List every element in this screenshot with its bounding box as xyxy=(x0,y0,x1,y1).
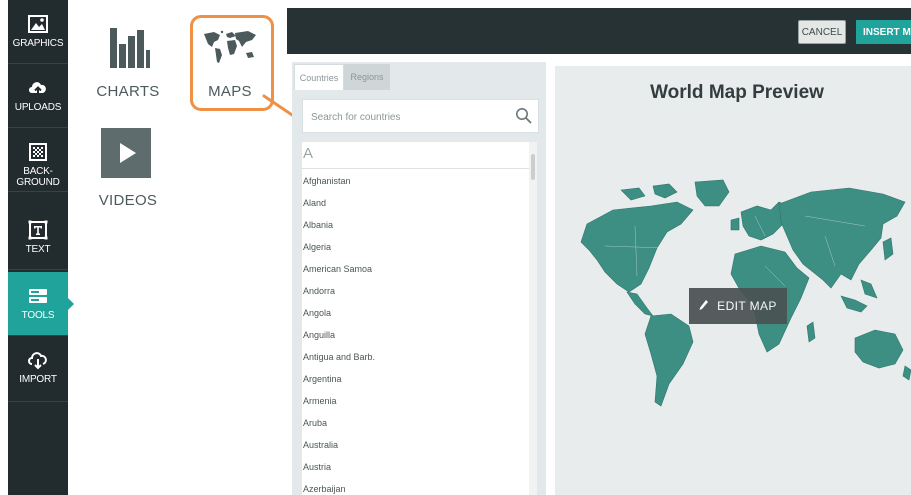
edit-map-button[interactable]: EDIT MAP xyxy=(689,288,787,324)
list-item[interactable]: Australia xyxy=(303,440,338,450)
cloud-download-icon xyxy=(26,350,50,370)
list-item[interactable]: Argentina xyxy=(303,374,342,384)
list-item[interactable]: American Samoa xyxy=(303,264,372,274)
sidebar-item-label: UPLOADS xyxy=(14,102,62,113)
sidebar-item-label: BACK- GROUND xyxy=(16,166,60,188)
play-icon xyxy=(101,128,151,178)
sidebar-item-label: TOOLS xyxy=(21,310,55,321)
sidebar-item-tools[interactable]: TOOLS xyxy=(8,272,74,336)
sidebar-item-label: IMPORT xyxy=(19,374,57,385)
sidebar-item-uploads[interactable]: UPLOADS xyxy=(8,64,68,128)
sidebar-item-label: TEXT xyxy=(25,244,51,255)
sidebar-item-label: GRAPHICS xyxy=(12,38,64,49)
search-box xyxy=(302,99,539,134)
bar-chart-icon xyxy=(96,22,160,72)
list-item[interactable]: Anguilla xyxy=(303,330,335,340)
list-item[interactable]: Aland xyxy=(303,198,326,208)
list-item[interactable]: Antigua and Barb. xyxy=(303,352,375,362)
tool-label: CHARTS xyxy=(96,83,160,100)
countries-panel: Countries Regions A Afghanistan Aland Al… xyxy=(292,62,546,495)
list-item[interactable]: Austria xyxy=(303,462,331,472)
background-pattern-icon xyxy=(26,142,50,162)
country-list[interactable]: A Afghanistan Aland Albania Algeria Amer… xyxy=(302,142,537,495)
search-input[interactable] xyxy=(309,100,513,134)
search-icon[interactable] xyxy=(515,107,532,129)
cloud-upload-icon xyxy=(26,78,50,98)
divider xyxy=(302,168,531,169)
list-item[interactable]: Algeria xyxy=(303,242,331,252)
tool-videos[interactable]: VIDEOS xyxy=(96,128,160,209)
sidebar-item-text[interactable]: TEXT xyxy=(8,206,68,270)
scroll-thumb[interactable] xyxy=(531,154,535,180)
list-item[interactable]: Afghanistan xyxy=(303,176,351,186)
list-item[interactable]: Aruba xyxy=(303,418,327,428)
edit-map-label: EDIT MAP xyxy=(717,299,777,313)
tab-countries[interactable]: Countries xyxy=(294,64,344,90)
tool-label: VIDEOS xyxy=(98,192,158,209)
cancel-button[interactable]: CANCEL xyxy=(798,20,846,44)
list-item[interactable]: Armenia xyxy=(303,396,337,406)
insert-map-button[interactable]: INSERT MA xyxy=(856,20,911,44)
list-item[interactable]: Andorra xyxy=(303,286,335,296)
tab-regions[interactable]: Regions xyxy=(344,64,390,90)
tools-icon xyxy=(26,286,50,306)
image-icon xyxy=(26,14,50,34)
tool-charts[interactable]: CHARTS xyxy=(96,22,160,100)
map-preview-panel: World Map Preview EDIT MAP xyxy=(555,66,911,495)
sidebar-item-graphics[interactable]: GRAPHICS xyxy=(8,0,68,64)
sidebar: GRAPHICS UPLOADS BACK- GROUND TEXT TOOLS… xyxy=(8,0,74,495)
preview-title: World Map Preview xyxy=(650,82,824,103)
list-item[interactable]: Angola xyxy=(303,308,331,318)
text-box-icon xyxy=(26,220,50,240)
list-scrollbar[interactable] xyxy=(529,142,537,495)
pencil-icon xyxy=(699,299,709,314)
sidebar-item-import[interactable]: IMPORT xyxy=(8,336,68,402)
list-item[interactable]: Albania xyxy=(303,220,333,230)
sidebar-item-background[interactable]: BACK- GROUND xyxy=(8,128,68,192)
list-item[interactable]: Azerbaijan xyxy=(303,484,346,494)
letter-heading: A xyxy=(303,145,314,162)
